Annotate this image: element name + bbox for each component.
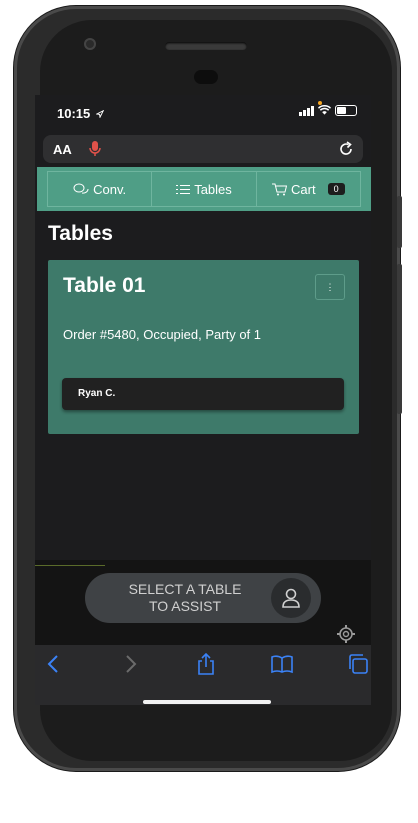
proximity-sensor (194, 70, 218, 84)
back-icon[interactable] (43, 653, 65, 675)
browser-address-bar[interactable]: AA (43, 135, 363, 163)
status-time: 10:15 (57, 106, 105, 121)
text-size-button[interactable]: AA (53, 142, 72, 157)
battery-icon (335, 105, 357, 116)
status-icons (299, 105, 357, 116)
nav-conv-label: Conv. (93, 181, 127, 197)
nav-conversations[interactable]: Conv. (48, 172, 153, 206)
assist-label-line1: SELECT A TABLE (128, 581, 242, 597)
table-card[interactable]: Table 01 ⋮ Order #5480, Occupied, Party … (48, 260, 359, 434)
nav-tables[interactable]: Tables (152, 172, 257, 206)
signal-icon (299, 106, 314, 116)
volume-button (397, 196, 402, 248)
home-indicator[interactable] (143, 700, 271, 704)
order-summary: Order #5480, Occupied, Party of 1 (63, 327, 261, 342)
earpiece-speaker (165, 42, 247, 50)
kebab-menu-icon[interactable]: ⋮ (315, 274, 345, 300)
forward-icon[interactable] (119, 653, 141, 675)
share-icon[interactable] (195, 653, 217, 675)
user-icon (271, 578, 311, 618)
tabs-icon[interactable] (347, 653, 369, 675)
location-arrow-icon (95, 109, 105, 119)
nav-tabs: Conv. Tables Cart 0 (47, 171, 361, 207)
microphone-icon[interactable] (87, 140, 103, 158)
cart-icon (272, 183, 288, 195)
table-name: Table 01 (63, 274, 146, 297)
nav-tables-label: Tables (194, 181, 232, 197)
divider-line (35, 565, 105, 566)
status-bar: 10:15 (35, 95, 371, 129)
reload-icon[interactable] (337, 140, 355, 158)
front-camera-icon (84, 38, 96, 50)
page-title: Tables (48, 222, 113, 245)
wifi-icon (318, 105, 331, 115)
top-navigation: Conv. Tables Cart 0 (37, 167, 371, 211)
list-icon (176, 184, 191, 194)
nav-cart-label: Cart (291, 181, 316, 197)
nav-cart[interactable]: Cart 0 (257, 172, 360, 206)
cart-count-badge: 0 (327, 183, 345, 195)
select-table-to-assist-button[interactable]: SELECT A TABLE TO ASSIST (85, 573, 321, 623)
assist-label-line2: TO ASSIST (148, 598, 222, 614)
browser-toolbar (35, 645, 371, 705)
chat-icon (73, 183, 89, 194)
guest-item[interactable]: Ryan C. (62, 378, 344, 410)
bookmarks-icon[interactable] (271, 653, 293, 675)
power-button (397, 264, 402, 414)
settings-icon[interactable] (335, 623, 357, 645)
screen: 10:15 AA Conv. Tables Cart 0 Tables Tabl… (35, 95, 371, 705)
assist-label: SELECT A TABLE TO ASSIST (105, 581, 265, 615)
